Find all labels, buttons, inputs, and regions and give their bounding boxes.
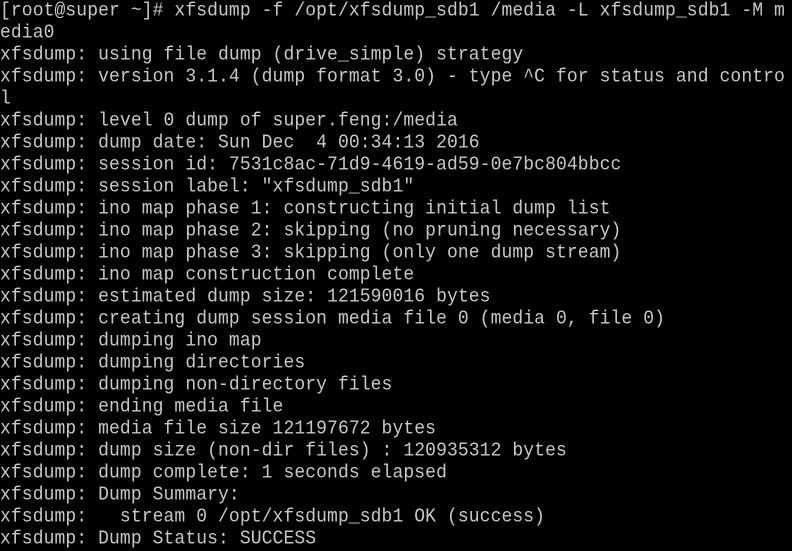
output-line: xfsdump: Dump Summary: (0, 484, 240, 506)
terminal-output[interactable]: [root@super ~]# xfsdump -f /opt/xfsdump_… (0, 0, 792, 550)
output-line: xfsdump: dumping non-directory files (0, 374, 393, 396)
output-line: xfsdump: ino map phase 3: skipping (only… (0, 242, 622, 264)
output-line: xfsdump: dump complete: 1 seconds elapse… (0, 462, 447, 484)
output-line: xfsdump: media file size 121197672 bytes (0, 418, 437, 440)
output-line: l (0, 88, 11, 110)
output-line: xfsdump: using file dump (drive_simple) … (0, 44, 524, 66)
output-line: xfsdump: dump size (non-dir files) : 120… (0, 440, 567, 462)
output-line: xfsdump: estimated dump size: 121590016 … (0, 286, 491, 308)
output-line: xfsdump: ino map construction complete (0, 264, 415, 286)
output-line: xfsdump: Dump Status: SUCCESS (0, 528, 317, 550)
output-line: xfsdump: dumping ino map (0, 330, 262, 352)
output-line: xfsdump: stream 0 /opt/xfsdump_sdb1 OK (… (0, 506, 546, 528)
output-line: xfsdump: ino map phase 2: skipping (no p… (0, 220, 622, 242)
command-line: [root@super ~]# xfsdump -f /opt/xfsdump_… (0, 0, 785, 22)
output-line: xfsdump: ending media file (0, 396, 284, 418)
output-line: xfsdump: version 3.1.4 (dump format 3.0)… (0, 66, 785, 88)
output-line: xfsdump: dumping directories (0, 352, 306, 374)
output-line: xfsdump: ino map phase 1: constructing i… (0, 198, 611, 220)
output-line: xfsdump: dump date: Sun Dec 4 00:34:13 2… (0, 132, 480, 154)
output-line: xfsdump: session label: "xfsdump_sdb1" (0, 176, 415, 198)
output-line: xfsdump: creating dump session media fil… (0, 308, 666, 330)
output-line: xfsdump: level 0 dump of super.feng:/med… (0, 110, 458, 132)
output-line: edia0 (0, 22, 55, 44)
output-line: xfsdump: session id: 7531c8ac-71d9-4619-… (0, 154, 622, 176)
